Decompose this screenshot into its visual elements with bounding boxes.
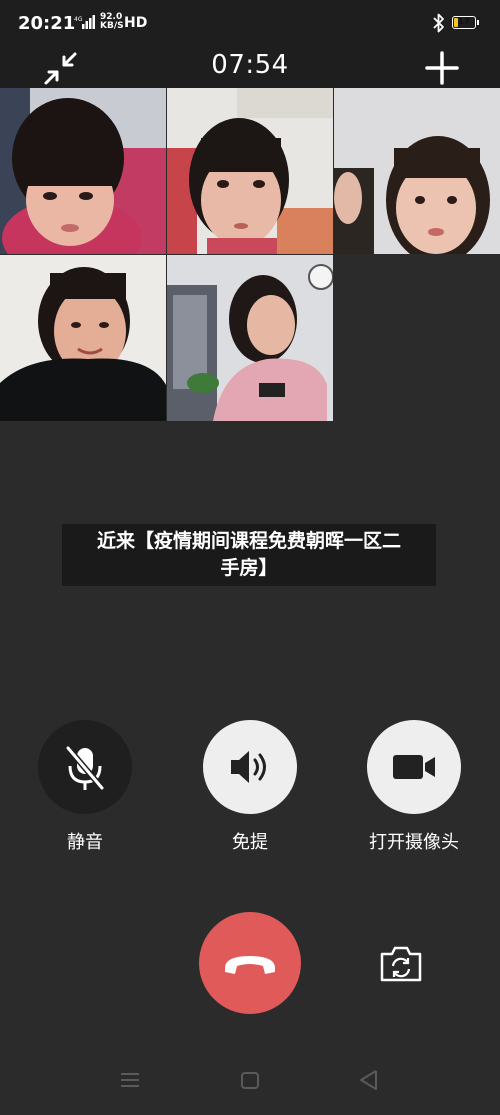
camera-label: 打开摄像头 bbox=[369, 832, 459, 853]
speaker-icon bbox=[231, 751, 266, 783]
mic-off-icon bbox=[65, 746, 105, 790]
video-feed bbox=[334, 88, 500, 254]
speaker-label: 免提 bbox=[232, 832, 268, 853]
video-feed bbox=[167, 255, 333, 421]
call-top-bar: 07:54 bbox=[0, 48, 500, 88]
mute-control: 静音 bbox=[20, 720, 150, 854]
plus-icon bbox=[425, 51, 459, 85]
system-nav-bar bbox=[0, 1058, 500, 1111]
switch-camera-icon bbox=[380, 946, 422, 982]
participant-video-3[interactable] bbox=[334, 88, 500, 254]
video-feed bbox=[0, 88, 166, 254]
banner-line-2: 手房】 bbox=[220, 557, 278, 579]
speaker-button[interactable] bbox=[203, 720, 297, 814]
speaker-control: 免提 bbox=[185, 720, 315, 854]
banner-line-1: 近来【疫情期间课程免费朝晖一区二 bbox=[96, 530, 401, 552]
video-feed bbox=[0, 255, 166, 421]
promo-banner: 近来【疫情期间课程免费朝晖一区二 手房】 bbox=[62, 524, 436, 586]
bluetooth-icon bbox=[432, 12, 446, 34]
hd-badge: HD bbox=[124, 15, 148, 31]
phone-hangup-icon bbox=[225, 956, 275, 974]
hangup-button[interactable] bbox=[199, 912, 301, 1014]
mute-button[interactable] bbox=[38, 720, 132, 814]
mute-label: 静音 bbox=[67, 832, 103, 853]
network-speed: 92.0 KB/S bbox=[100, 13, 124, 31]
status-bar: 20:21 4G 92.0 KB/S HD 17 bbox=[0, 0, 500, 48]
participant-video-2[interactable] bbox=[167, 88, 333, 254]
participant-video-5[interactable] bbox=[167, 255, 333, 421]
video-camera-icon bbox=[393, 755, 435, 779]
signal-icon: 4G bbox=[74, 15, 96, 32]
back-icon[interactable] bbox=[360, 1070, 377, 1090]
add-participant-button[interactable] bbox=[424, 50, 460, 86]
signal-label: 4G bbox=[74, 16, 83, 23]
switch-camera-button[interactable] bbox=[378, 942, 424, 984]
status-time: 20:21 bbox=[18, 13, 76, 34]
battery-icon: 17 bbox=[452, 16, 479, 29]
participant-video-4[interactable] bbox=[0, 255, 166, 421]
home-icon[interactable] bbox=[241, 1072, 259, 1089]
speed-unit: KB/S bbox=[100, 21, 124, 31]
menu-icon[interactable] bbox=[121, 1073, 139, 1087]
video-feed bbox=[167, 88, 333, 254]
camera-control: 打开摄像头 bbox=[349, 720, 479, 854]
video-grid bbox=[0, 88, 500, 422]
camera-button[interactable] bbox=[367, 720, 461, 814]
battery-level: 17 bbox=[457, 17, 471, 27]
participant-video-1[interactable] bbox=[0, 88, 166, 254]
